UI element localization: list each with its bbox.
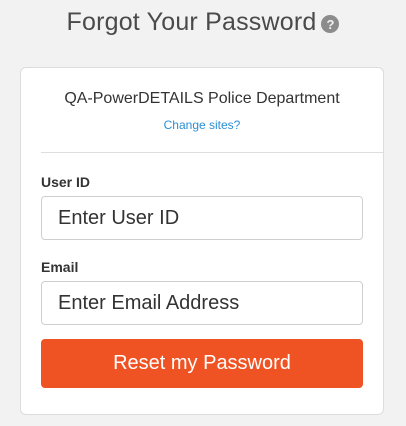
divider <box>41 152 383 153</box>
change-sites-link[interactable]: Change sites? <box>21 118 383 132</box>
page-title: Forgot Your Password <box>66 8 317 36</box>
email-input[interactable] <box>41 281 363 325</box>
user-id-label: User ID <box>41 174 91 190</box>
forgot-password-page: Forgot Your Password ? QA-PowerDETAILS P… <box>0 0 406 426</box>
forgot-password-card: QA-PowerDETAILS Police Department Change… <box>20 67 384 415</box>
reset-password-button[interactable]: Reset my Password <box>41 339 363 388</box>
user-id-input[interactable] <box>41 196 363 240</box>
site-name: QA-PowerDETAILS Police Department <box>64 90 340 107</box>
title-row: Forgot Your Password ? <box>0 8 406 37</box>
question-circle-icon[interactable]: ? <box>321 15 340 33</box>
email-label: Email <box>41 259 79 275</box>
